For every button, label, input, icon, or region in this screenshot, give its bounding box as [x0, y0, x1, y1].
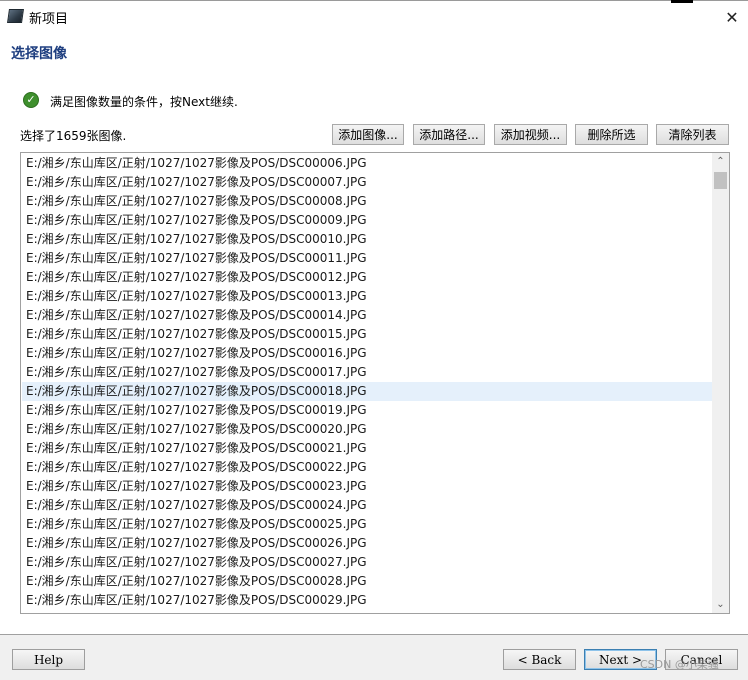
- list-item[interactable]: E:/湘乡/东山库区/正射/1027/1027影像及POS/DSC00024.J…: [22, 496, 712, 515]
- list-item[interactable]: E:/湘乡/东山库区/正射/1027/1027影像及POS/DSC00010.J…: [22, 230, 712, 249]
- status-message: 满足图像数量的条件，按Next继续.: [50, 95, 238, 109]
- list-item[interactable]: E:/湘乡/东山库区/正射/1027/1027影像及POS/DSC00023.J…: [22, 477, 712, 496]
- delete-selected-button[interactable]: 删除所选: [575, 124, 648, 145]
- window-title: 新项目: [29, 12, 69, 27]
- list-item[interactable]: E:/湘乡/东山库区/正射/1027/1027影像及POS/DSC00027.J…: [22, 553, 712, 572]
- list-item[interactable]: E:/湘乡/东山库区/正射/1027/1027影像及POS/DSC00007.J…: [22, 173, 712, 192]
- list-item[interactable]: E:/湘乡/东山库区/正射/1027/1027影像及POS/DSC00019.J…: [22, 401, 712, 420]
- add-video-button[interactable]: 添加视频...: [494, 124, 567, 145]
- image-file-list[interactable]: E:/湘乡/东山库区/正射/1027/1027影像及POS/DSC00006.J…: [20, 152, 730, 614]
- check-circle-icon: ✓: [23, 92, 39, 108]
- list-item[interactable]: E:/湘乡/东山库区/正射/1027/1027影像及POS/DSC00022.J…: [22, 458, 712, 477]
- list-item[interactable]: E:/湘乡/东山库区/正射/1027/1027影像及POS/DSC00018.J…: [22, 382, 712, 401]
- vertical-scrollbar[interactable]: ⌃ ⌄: [712, 153, 729, 613]
- app-icon: [7, 9, 24, 23]
- add-path-button[interactable]: 添加路径...: [413, 124, 485, 145]
- list-item[interactable]: E:/湘乡/东山库区/正射/1027/1027影像及POS/DSC00009.J…: [22, 211, 712, 230]
- list-item[interactable]: E:/湘乡/东山库区/正射/1027/1027影像及POS/DSC00021.J…: [22, 439, 712, 458]
- page-title: 选择图像: [11, 46, 67, 62]
- list-item[interactable]: E:/湘乡/东山库区/正射/1027/1027影像及POS/DSC00012.J…: [22, 268, 712, 287]
- list-item[interactable]: E:/湘乡/东山库区/正射/1027/1027影像及POS/DSC00006.J…: [22, 154, 712, 173]
- add-images-button[interactable]: 添加图像...: [332, 124, 404, 145]
- watermark: CSDN @小柴骚: [640, 658, 719, 671]
- title-bar[interactable]: 新项目 ✕: [0, 1, 748, 31]
- chevron-up-icon[interactable]: ⌃: [712, 153, 729, 170]
- list-item[interactable]: E:/湘乡/东山库区/正射/1027/1027影像及POS/DSC00017.J…: [22, 363, 712, 382]
- list-item[interactable]: E:/湘乡/东山库区/正射/1027/1027影像及POS/DSC00014.J…: [22, 306, 712, 325]
- list-item[interactable]: E:/湘乡/东山库区/正射/1027/1027影像及POS/DSC00008.J…: [22, 192, 712, 211]
- scroll-thumb[interactable]: [714, 172, 727, 189]
- list-item[interactable]: E:/湘乡/东山库区/正射/1027/1027影像及POS/DSC00020.J…: [22, 420, 712, 439]
- list-item[interactable]: E:/湘乡/东山库区/正射/1027/1027影像及POS/DSC00013.J…: [22, 287, 712, 306]
- list-item[interactable]: E:/湘乡/东山库区/正射/1027/1027影像及POS/DSC00028.J…: [22, 572, 712, 591]
- close-icon[interactable]: ✕: [716, 4, 748, 30]
- help-button[interactable]: Help: [12, 649, 85, 670]
- list-item[interactable]: E:/湘乡/东山库区/正射/1027/1027影像及POS/DSC00015.J…: [22, 325, 712, 344]
- chevron-down-icon[interactable]: ⌄: [712, 596, 729, 613]
- list-item[interactable]: E:/湘乡/东山库区/正射/1027/1027影像及POS/DSC00016.J…: [22, 344, 712, 363]
- list-item[interactable]: E:/湘乡/东山库区/正射/1027/1027影像及POS/DSC00026.J…: [22, 534, 712, 553]
- window-edge-artifact: [671, 0, 693, 3]
- list-item[interactable]: E:/湘乡/东山库区/正射/1027/1027影像及POS/DSC00025.J…: [22, 515, 712, 534]
- back-button[interactable]: < Back: [503, 649, 576, 670]
- list-item[interactable]: E:/湘乡/东山库区/正射/1027/1027影像及POS/DSC00029.J…: [22, 591, 712, 610]
- clear-list-button[interactable]: 清除列表: [656, 124, 729, 145]
- list-item[interactable]: E:/湘乡/东山库区/正射/1027/1027影像及POS/DSC00011.J…: [22, 249, 712, 268]
- image-count-label: 选择了1659张图像.: [20, 129, 127, 143]
